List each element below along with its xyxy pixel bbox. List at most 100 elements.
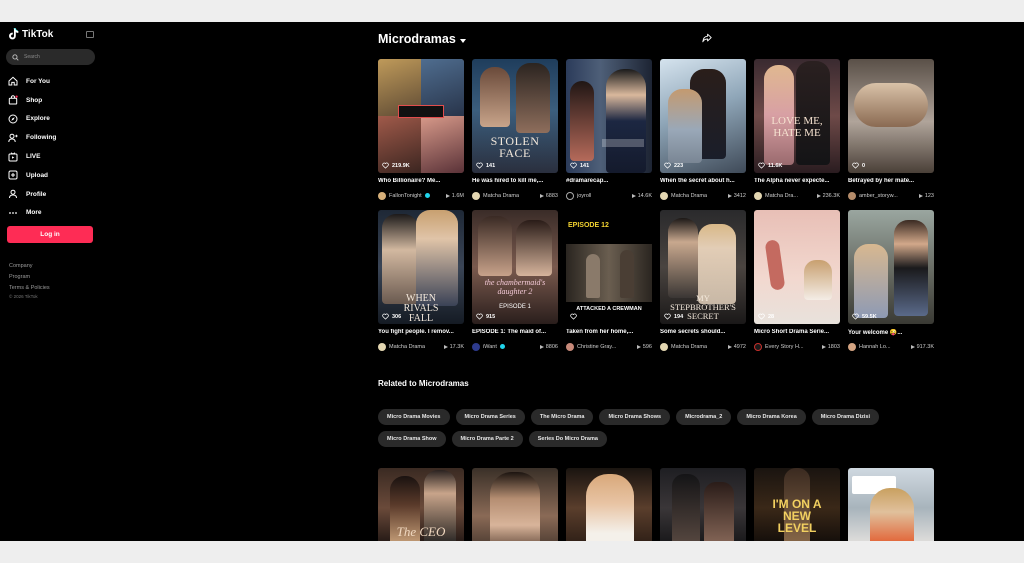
avatar[interactable] (566, 342, 574, 351)
video-thumbnail[interactable]: MY STEPBROTHER'S SECRET 194 (660, 210, 746, 324)
avatar[interactable] (472, 191, 480, 200)
video-caption[interactable]: He was hired to kill me,... (472, 178, 558, 184)
video-caption[interactable]: Micro Short Drama Serie... (754, 329, 840, 335)
related-chip[interactable]: Micro Drama Shows (599, 409, 671, 425)
copyright: © 2026 TikTok (9, 294, 38, 299)
video-thumbnail[interactable]: LOVE ME, HATE ME 11.6K (754, 59, 840, 173)
related-chip[interactable]: Micro Drama Korea (737, 409, 806, 425)
author-name[interactable]: Matcha Drama (389, 344, 425, 350)
sidebar-item-following[interactable]: Following (8, 128, 56, 147)
video-card[interactable]: LOVE ME, HATE ME 11.6K The Alpha never e… (754, 59, 840, 210)
video-thumbnail[interactable]: I'M ON A NEW LEVEL (754, 468, 840, 541)
sidebar-item-for-you[interactable]: For You (8, 72, 56, 91)
tiktok-logo[interactable]: TikTok (8, 28, 53, 40)
video-card[interactable]: 219.9K Who Billionaire? Me... FallonToni… (378, 59, 464, 210)
sidebar-item-live[interactable]: LIVE (8, 147, 56, 166)
author-name[interactable]: FallonTonight (389, 193, 422, 199)
related-chip[interactable]: Series Do Micro Drama (528, 431, 607, 447)
sidebar-item-profile[interactable]: Profile (8, 185, 56, 204)
video-thumbnail[interactable]: 28 (754, 210, 840, 324)
video-thumbnail[interactable] (660, 468, 746, 541)
video-caption[interactable]: Betrayed by her mate... (848, 178, 934, 184)
author-name[interactable]: amber_storyw... (859, 193, 898, 199)
avatar[interactable] (848, 191, 856, 200)
play-count: 1803 (821, 344, 840, 350)
author-name[interactable]: Hannah Lo... (859, 344, 891, 350)
video-card[interactable]: MY STEPBROTHER'S SECRET 194 Some secrets… (660, 210, 746, 361)
sidebar-item-more[interactable]: More (8, 204, 56, 223)
related-chip[interactable]: Micro Drama Dizisi (811, 409, 880, 425)
video-caption[interactable]: You fight people. I remov... (378, 329, 464, 335)
avatar[interactable] (660, 191, 668, 200)
avatar[interactable] (848, 342, 856, 351)
avatar[interactable] (378, 342, 386, 351)
video-card[interactable]: WHEN RIVALS FALL 306 You fight people. I… (378, 210, 464, 361)
related-chip[interactable]: The Micro Drama (530, 409, 594, 425)
video-thumbnail[interactable]: 141 (566, 59, 652, 173)
avatar[interactable] (566, 191, 574, 200)
video-caption[interactable]: The Alpha never expecte... (754, 178, 840, 184)
video-caption[interactable]: Taken from her home,... (566, 329, 652, 335)
video-thumbnail[interactable]: 219.9K (378, 59, 464, 173)
author-name[interactable]: Christine Gray... (577, 344, 616, 350)
video-thumbnail[interactable] (472, 468, 558, 541)
video-caption[interactable]: Your welcome 😜... (848, 329, 934, 336)
related-chip[interactable]: Micro Drama Series (455, 409, 525, 425)
video-thumbnail[interactable]: 0 (848, 59, 934, 173)
avatar[interactable] (472, 342, 480, 351)
author-name[interactable]: Matcha Drama (483, 193, 519, 199)
verified-badge-icon (499, 344, 505, 349)
author-name[interactable]: iWant (483, 344, 497, 350)
video-thumbnail[interactable]: the chambermaid's daughter 2 EPISODE 1 9… (472, 210, 558, 324)
sidebar-item-explore[interactable]: Explore (8, 110, 56, 129)
video-card[interactable]: STOLEN FACE 141 He was hired to kill me,… (472, 59, 558, 210)
search-input[interactable]: Search (6, 49, 95, 65)
video-card[interactable]: EPISODE 12 ATTACKED A CREWMAN Taken from… (566, 210, 652, 361)
footer-link-program[interactable]: Program (9, 272, 50, 283)
video-thumbnail[interactable]: WHEN RIVALS FALL 306 (378, 210, 464, 324)
avatar[interactable] (754, 342, 762, 351)
video-caption[interactable]: #dramarecap... (566, 178, 652, 184)
video-thumbnail[interactable]: The CEO (378, 468, 464, 541)
related-chip[interactable]: Micro Drama Show (378, 431, 446, 447)
video-thumbnail[interactable]: 223 (660, 59, 746, 173)
thumbnail-title: LOVE ME, HATE ME (771, 115, 823, 139)
author-name[interactable]: joyroll (577, 193, 591, 199)
video-card[interactable]: the chambermaid's daughter 2 EPISODE 1 9… (472, 210, 558, 361)
avatar[interactable] (754, 191, 762, 200)
related-chip[interactable]: Microdrama_2 (676, 409, 732, 425)
video-thumbnail[interactable]: STOLEN FACE 141 (472, 59, 558, 173)
video-caption[interactable]: EPISODE 1: The maid of... (472, 329, 558, 335)
video-thumbnail[interactable] (848, 468, 934, 541)
author-name[interactable]: Every Story H... (765, 344, 804, 350)
avatar[interactable] (660, 342, 668, 351)
video-caption[interactable]: When the secret about h... (660, 178, 746, 184)
related-chip[interactable]: Micro Drama Parte 2 (451, 431, 523, 447)
chevron-down-icon[interactable] (459, 38, 466, 43)
author-name[interactable]: Matcha Dra... (765, 193, 798, 199)
avatar[interactable] (378, 191, 386, 200)
heart-icon (758, 313, 765, 320)
collapse-sidebar-icon[interactable] (86, 31, 94, 38)
video-caption[interactable]: Who Billionaire? Me... (378, 178, 464, 184)
video-card[interactable]: 223 When the secret about h... Matcha Dr… (660, 59, 746, 210)
login-button[interactable]: Log in (7, 226, 93, 243)
video-card[interactable]: 0 Betrayed by her mate... amber_storyw..… (848, 59, 934, 210)
video-card[interactable]: 59.5K Your welcome 😜... Hannah Lo... 917… (848, 210, 934, 361)
video-card[interactable]: 28 Micro Short Drama Serie... Every Stor… (754, 210, 840, 361)
author-name[interactable]: Matcha Drama (671, 193, 707, 199)
sidebar-item-shop[interactable]: Shop (8, 91, 56, 110)
video-card[interactable]: 141 #dramarecap... joyroll 14.6K (566, 59, 652, 210)
share-icon[interactable] (702, 33, 712, 43)
video-thumbnail[interactable]: EPISODE 12 ATTACKED A CREWMAN (566, 210, 652, 324)
video-thumbnail[interactable] (566, 468, 652, 541)
author-name[interactable]: Matcha Drama (671, 344, 707, 350)
video-caption[interactable]: Some secrets should... (660, 329, 746, 335)
footer-link-terms[interactable]: Terms & Policies (9, 283, 50, 294)
video-thumbnail[interactable]: 59.5K (848, 210, 934, 324)
related-chip[interactable]: Micro Drama Movies (378, 409, 450, 425)
brand-name: TikTok (22, 28, 54, 40)
sidebar-item-upload[interactable]: Upload (8, 166, 56, 185)
footer-link-company[interactable]: Company (9, 261, 50, 272)
play-count: 596 (636, 344, 652, 350)
